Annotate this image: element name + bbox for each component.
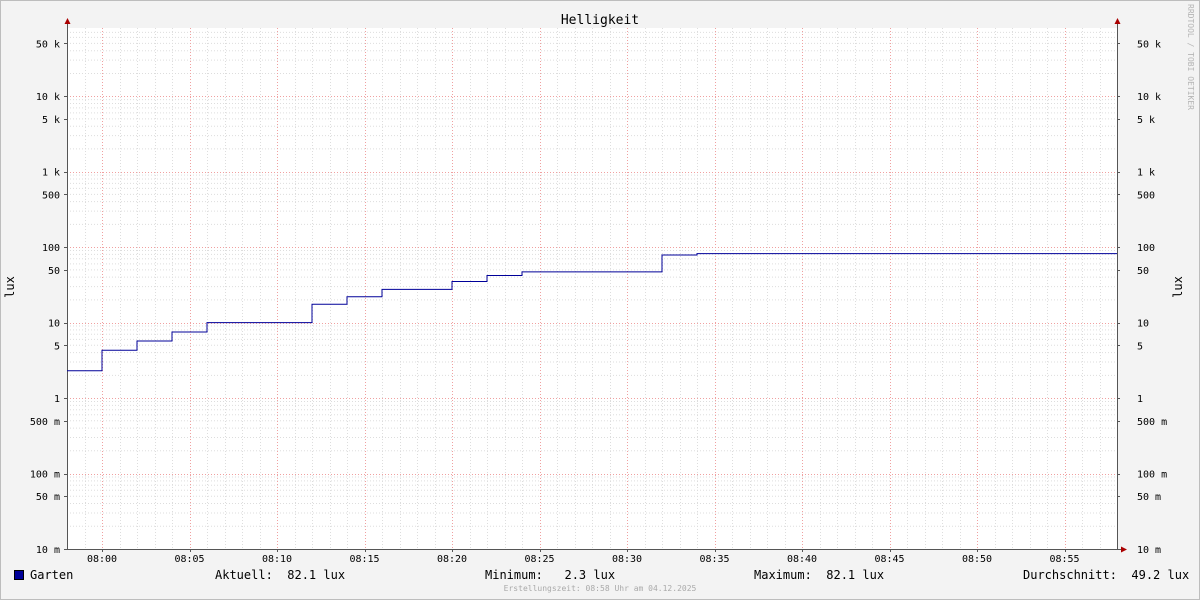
y-tick-label: 10 bbox=[48, 319, 60, 330]
y-tick-label-right: 1 bbox=[1137, 394, 1143, 405]
y-tick-label: 10 k bbox=[36, 92, 60, 103]
y-tick-label: 100 m bbox=[30, 470, 60, 481]
legend-current: Aktuell: 82.1 lux bbox=[215, 568, 346, 582]
x-tick-label: 08:20 bbox=[437, 554, 467, 565]
y-tick-label-right: 50 k bbox=[1137, 39, 1161, 50]
y-tick-label: 50 bbox=[48, 266, 60, 277]
y-tick-label-right: 50 bbox=[1137, 266, 1149, 277]
x-tick-label: 08:40 bbox=[787, 554, 817, 565]
legend-average: Durchschnitt: 49.2 lux bbox=[1023, 568, 1190, 582]
x-tick-label: 08:55 bbox=[1049, 554, 1079, 565]
x-axis-arrow bbox=[1121, 546, 1127, 553]
chart-title: Helligkeit bbox=[561, 13, 639, 28]
legend-minimum: Minimum: 2.3 lux bbox=[485, 568, 616, 582]
x-tick-label: 08:45 bbox=[874, 554, 904, 565]
legend-series-name: Garten bbox=[30, 568, 74, 582]
y-tick-label: 50 k bbox=[36, 39, 60, 50]
x-tick-label: 08:30 bbox=[612, 554, 642, 565]
x-tick-labels: 08:00 08:05 08:10 08:15 08:20 08:25 08:30 08:35… bbox=[87, 549, 1080, 565]
y-tick-label: 5 bbox=[54, 341, 60, 352]
x-tick-label: 08:25 bbox=[524, 554, 554, 565]
legend-maximum: Maximum: 82.1 lux bbox=[754, 568, 885, 582]
y-tick-label-right: 1 k bbox=[1137, 168, 1155, 179]
y-tick-label-right: 10 m bbox=[1137, 545, 1161, 556]
y-tick-label: 50 m bbox=[36, 492, 60, 503]
y-tick-label-right: 500 m bbox=[1137, 417, 1167, 428]
creation-time: Erstellungszeit: 08:58 Uhr am 04.12.2025 bbox=[503, 584, 697, 593]
legend: Garten Aktuell: 82.1 lux Minimum: 2.3 lu… bbox=[0, 566, 1200, 586]
chart: Helligkeit lux lux 10 m 10 m 50 m 50 m 100 m… bbox=[3, 13, 1185, 565]
x-tick-label: 08:00 bbox=[87, 554, 117, 565]
legend-swatch bbox=[14, 570, 24, 580]
watermark: RRDTOOL / TOBI OETIKER bbox=[1186, 4, 1195, 110]
x-tick-label: 08:35 bbox=[699, 554, 729, 565]
y-tick-label-right: 100 bbox=[1137, 243, 1155, 254]
y-tick-label-right: 50 m bbox=[1137, 492, 1161, 503]
y-tick-label-right: 5 k bbox=[1137, 115, 1155, 126]
grid bbox=[67, 28, 1117, 549]
y-tick-label-right: 500 bbox=[1137, 190, 1155, 201]
y-axis-arrow-left bbox=[64, 18, 71, 24]
y-tick-label: 1 bbox=[54, 394, 60, 405]
x-tick-label: 08:05 bbox=[174, 554, 204, 565]
y-tick-label: 10 m bbox=[36, 545, 60, 556]
y-tick-label-right: 5 bbox=[1137, 341, 1143, 352]
y-tick-label: 5 k bbox=[42, 115, 60, 126]
y-tick-label-right: 10 k bbox=[1137, 92, 1161, 103]
y-tick-label-right: 10 bbox=[1137, 319, 1149, 330]
y-tick-label: 500 bbox=[42, 190, 60, 201]
y-tick-label: 500 m bbox=[30, 417, 60, 428]
y-axis-label-right: lux bbox=[1171, 276, 1185, 298]
x-tick-label: 08:15 bbox=[349, 554, 379, 565]
y-axis-arrow-right bbox=[1114, 18, 1121, 24]
y-tick-label: 100 bbox=[42, 243, 60, 254]
x-tick-label: 08:10 bbox=[262, 554, 292, 565]
y-tick-label-right: 100 m bbox=[1137, 470, 1167, 481]
x-tick-label: 08:50 bbox=[962, 554, 992, 565]
y-tick-label: 1 k bbox=[42, 168, 60, 179]
y-axis-label-left: lux bbox=[3, 276, 17, 298]
